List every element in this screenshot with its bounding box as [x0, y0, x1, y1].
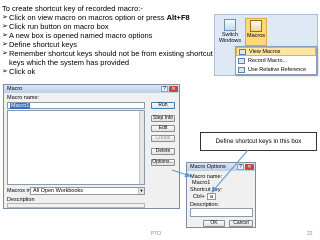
- arrow-to-shortcut-field: [211, 149, 249, 193]
- arrow-to-options-dialog: [171, 169, 191, 178]
- page-number: 22: [307, 231, 313, 237]
- footer-pto: PTO: [151, 231, 162, 237]
- annotation-arrows: [171, 149, 249, 193]
